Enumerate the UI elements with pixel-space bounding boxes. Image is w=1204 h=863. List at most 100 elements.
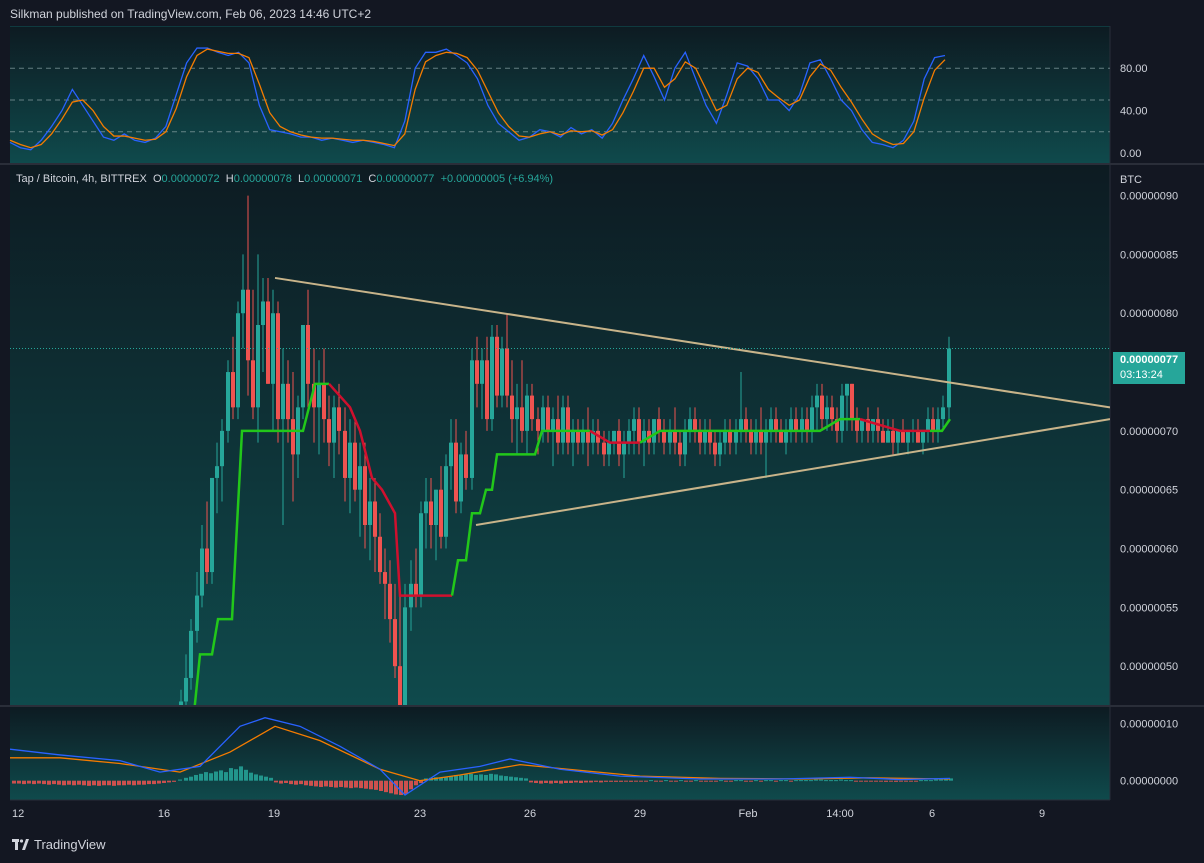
candle-up xyxy=(815,395,819,408)
macd-hist-bar-negative xyxy=(689,780,693,782)
macd-hist-bar-negative xyxy=(117,780,121,786)
macd-hist-bar-negative xyxy=(319,780,323,787)
macd-hist-bar-positive xyxy=(784,780,788,782)
candle-up xyxy=(525,395,529,431)
macd-hist-bar-negative xyxy=(614,780,618,782)
candle-down xyxy=(774,419,778,431)
time-tick-label: 26 xyxy=(524,808,536,820)
candle-down xyxy=(602,442,606,455)
candle-up xyxy=(784,430,788,443)
candle-down xyxy=(251,360,255,408)
macd-hist-bar-negative xyxy=(859,780,863,782)
time-tick-label: 9 xyxy=(1039,808,1045,820)
symbol-title[interactable]: Tap / Bitcoin, 4h, BITTREX xyxy=(16,173,147,185)
macd-hist-bar-negative xyxy=(384,780,388,793)
macd-hist-bar-negative xyxy=(864,780,868,782)
price-tick-label: 0.00000050 xyxy=(1120,661,1178,673)
macd-hist-bar-positive xyxy=(249,772,253,781)
macd-hist-bar-positive xyxy=(229,768,233,781)
candle-up xyxy=(652,419,656,443)
ohlc-legend: Tap / Bitcoin, 4h, BITTREX O0.00000072 H… xyxy=(16,173,553,185)
macd-hist-bar-positive xyxy=(829,780,833,782)
macd-hist-bar-positive xyxy=(479,774,483,781)
macd-hist-bar-negative xyxy=(12,780,16,784)
time-tick-label: 23 xyxy=(414,808,426,820)
macd-hist-bar-negative xyxy=(157,780,161,784)
macd-hist-bar-positive xyxy=(804,780,808,782)
candle-up xyxy=(810,407,814,431)
candle-up xyxy=(941,407,945,420)
macd-hist-bar-positive xyxy=(234,769,238,781)
candle-down xyxy=(306,325,310,384)
macd-hist-bar-positive xyxy=(474,774,478,781)
candle-down xyxy=(291,419,295,455)
macd-hist-bar-negative xyxy=(889,780,893,782)
macd-hist-bar-positive xyxy=(739,780,743,782)
candle-up xyxy=(632,419,636,431)
macd-hist-bar-negative xyxy=(142,780,146,785)
macd-hist-bar-negative xyxy=(599,780,603,783)
candle-up xyxy=(769,419,773,431)
macd-hist-bar-negative xyxy=(27,780,31,784)
macd-hist-bar-positive xyxy=(809,780,813,782)
candle-down xyxy=(286,383,290,420)
candle-up xyxy=(921,430,925,443)
macd-hist-bar-negative xyxy=(284,780,288,783)
macd-hist-bar-negative xyxy=(644,780,648,782)
macd-hist-bar-positive xyxy=(524,778,528,781)
candle-down xyxy=(439,489,443,537)
macd-hist-bar-negative xyxy=(904,780,908,782)
macd-hist-bar-positive xyxy=(214,771,218,781)
macd-hist-bar-negative xyxy=(137,780,141,785)
macd-hist-bar-negative xyxy=(654,780,658,782)
candle-down xyxy=(383,572,387,584)
macd-hist-bar-negative xyxy=(909,780,913,782)
stoch-tick-label: 0.00 xyxy=(1120,148,1141,160)
candle-down xyxy=(429,501,433,525)
candle-up xyxy=(607,442,611,455)
macd-hist-bar-negative xyxy=(62,780,66,786)
candle-up xyxy=(947,348,951,408)
macd-hist-bar-positive xyxy=(194,774,198,781)
candle-up xyxy=(480,360,484,384)
macd-hist-bar-negative xyxy=(759,780,763,782)
price-tick-label: 0.00000060 xyxy=(1120,544,1178,556)
candle-up xyxy=(281,383,285,420)
macd-hist-bar-positive xyxy=(824,780,828,782)
macd-hist-bar-negative xyxy=(339,780,343,787)
time-tick-label: 16 xyxy=(158,808,170,820)
macd-hist-bar-negative xyxy=(534,780,538,783)
candle-up xyxy=(515,407,519,420)
chart-canvas[interactable]: 80.00 40.00 0.00 BTC 0.00000090 0.00000085 0.0… xyxy=(0,0,1204,826)
macd-hist-bar-negative xyxy=(42,780,46,785)
candle-up xyxy=(470,360,474,478)
candle-up xyxy=(896,430,900,443)
macd-hist-bar-positive xyxy=(839,779,843,781)
bar-countdown: 03:13:24 xyxy=(1120,369,1163,381)
macd-hist-bar-positive xyxy=(464,774,468,781)
candle-up xyxy=(210,477,214,573)
candle-up xyxy=(419,513,423,596)
macd-hist-bar-positive xyxy=(209,773,213,781)
macd-hist-bar-negative xyxy=(132,780,136,786)
candle-down xyxy=(231,372,235,408)
macd-hist-bar-positive xyxy=(244,769,248,781)
candle-up xyxy=(668,430,672,443)
candle-up xyxy=(403,607,407,705)
macd-hist-bar-negative xyxy=(604,780,608,782)
macd-hist-bar-negative xyxy=(609,780,613,782)
macd-hist-bar-positive xyxy=(814,779,818,781)
macd-hist-bar-negative xyxy=(172,780,176,782)
macd-hist-bar-negative xyxy=(127,780,131,785)
macd-hist-bar-positive xyxy=(844,780,848,782)
candle-down xyxy=(850,383,854,420)
candle-down xyxy=(708,430,712,443)
macd-hist-bar-positive xyxy=(719,780,723,782)
tradingview-logo[interactable]: TradingView xyxy=(12,837,106,852)
macd-hist-bar-positive xyxy=(178,779,182,781)
candle-down xyxy=(246,289,250,361)
macd-hist-bar-negative xyxy=(554,780,558,783)
candle-down xyxy=(916,430,920,443)
macd-hist-bar-negative xyxy=(349,780,353,789)
candle-up xyxy=(459,454,463,502)
